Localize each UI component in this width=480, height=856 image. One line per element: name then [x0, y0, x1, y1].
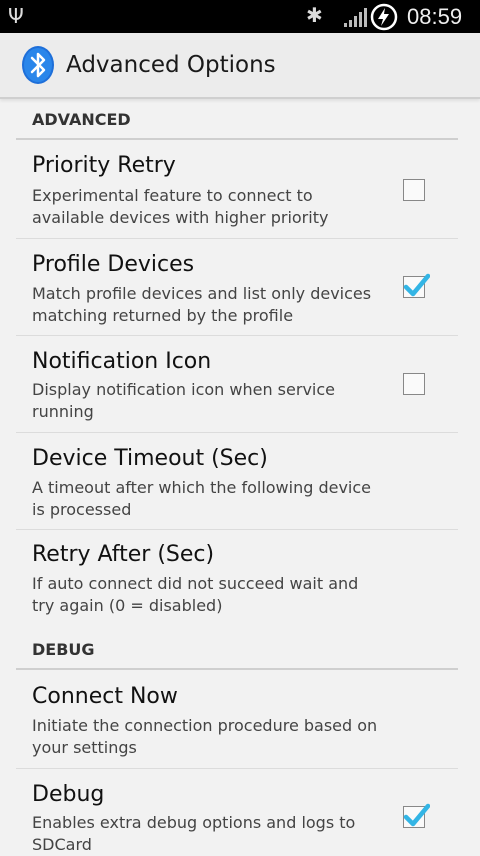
pref-connect-now[interactable]: Connect Now Initiate the connection proc… [16, 670, 458, 769]
priority-retry-checkbox[interactable] [403, 179, 425, 201]
bluetooth-app-icon[interactable] [20, 45, 56, 85]
pref-title: Device Timeout (Sec) [32, 446, 268, 471]
profile-devices-checkbox[interactable] [403, 273, 430, 298]
section-header-advanced: ADVANCED [16, 97, 458, 140]
pref-title: Connect Now [32, 684, 178, 709]
pref-profile-devices[interactable]: Profile Devices Match profile devices an… [16, 239, 458, 336]
pref-summary: Initiate the connection procedure based … [32, 716, 378, 757]
status-bar: Ψ ✱ 08:59 [0, 0, 480, 33]
pref-summary: Experimental feature to connect to avail… [32, 186, 329, 227]
pref-summary: Display notification icon when service r… [32, 380, 335, 421]
bluetooth-icon: ✱ [306, 3, 323, 27]
pref-title: Profile Devices [32, 252, 195, 277]
charging-icon [370, 3, 398, 31]
pref-title: Notification Icon [32, 349, 212, 374]
pref-retry-after[interactable]: Retry After (Sec) If auto connect did no… [16, 530, 458, 628]
pref-notification-icon[interactable]: Notification Icon Display notification i… [16, 336, 458, 433]
pref-summary: If auto connect did not succeed wait and… [32, 574, 359, 615]
notification-icon-checkbox[interactable] [403, 373, 425, 395]
pref-summary: Match profile devices and list only devi… [32, 284, 372, 325]
pref-title: Retry After (Sec) [32, 542, 215, 567]
action-bar: Advanced Options [0, 33, 480, 99]
section-header-label: ADVANCED [32, 110, 131, 129]
pref-title: Priority Retry [32, 153, 176, 178]
pref-priority-retry[interactable]: Priority Retry Experimental feature to c… [16, 140, 458, 239]
pref-debug[interactable]: Debug Enables extra debug options and lo… [16, 769, 458, 854]
section-header-label: DEBUG [32, 640, 95, 659]
section-header-debug: DEBUG [16, 628, 458, 670]
checkmark-icon [403, 273, 430, 297]
signal-icon [344, 8, 367, 27]
pref-device-timeout[interactable]: Device Timeout (Sec) A timeout after whi… [16, 433, 458, 530]
pref-summary: A timeout after which the following devi… [32, 478, 372, 519]
clock: 08:59 [407, 4, 463, 29]
usb-icon: Ψ [8, 4, 24, 28]
page-title: Advanced Options [66, 52, 276, 78]
checkmark-icon [403, 803, 430, 827]
pref-title: Debug [32, 782, 105, 807]
debug-checkbox[interactable] [403, 803, 430, 828]
pref-summary: Enables extra debug options and logs to … [32, 813, 356, 854]
